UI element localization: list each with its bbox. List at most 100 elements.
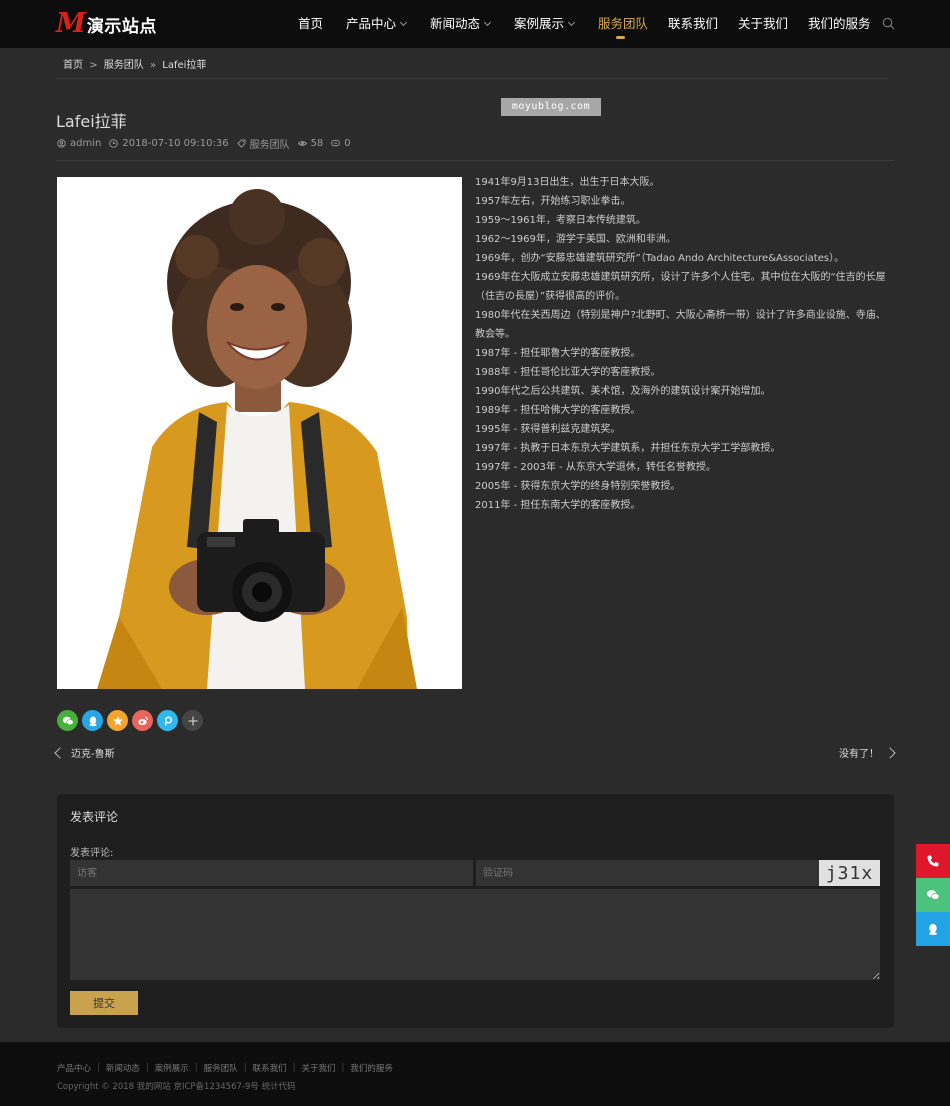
watermark-label: moyublog.com (501, 98, 601, 116)
qq-icon (928, 923, 938, 935)
nav-services[interactable]: 我们的服务 (808, 0, 871, 48)
member-bio: 1941年9月13日出生，出生于日本大阪。 1957年左右，开始练习职业拳击。 … (475, 173, 893, 515)
divider (56, 160, 894, 161)
bio-line: 1997年 - 2003年 - 从东京大学退休，转任名誉教授。 (475, 462, 716, 473)
tag-icon (236, 138, 246, 148)
bio-line: 1980年代在关西周边（特别是神户?北野町、大阪心斋桥一带）设计了许多商业设施、… (475, 310, 886, 340)
weibo-icon (137, 716, 148, 725)
footer: 产品中心 | 新闻动态 | 案例展示 | 服务团队 | 联系我们 | 关于我们 | 我们的服… (0, 1042, 950, 1106)
active-nav-indicator (616, 36, 625, 39)
search-icon[interactable] (882, 17, 895, 30)
post-author[interactable]: admin (70, 138, 101, 149)
tieba-icon (164, 716, 172, 725)
wechat-icon (927, 890, 940, 900)
chevron-down-icon (483, 18, 492, 27)
more-share-button[interactable] (182, 710, 203, 731)
bio-line: 2005年 - 获得东京大学的终身特别荣誉教授。 (475, 481, 681, 492)
chevron-down-icon (567, 18, 576, 27)
footer-link[interactable]: 产品中心 (57, 1062, 91, 1074)
nav-cases[interactable]: 案例展示 (514, 0, 576, 48)
post-meta: admin 2018-07-10 09:10:36 服务团队 58 0 (57, 136, 351, 151)
footer-links: 产品中心 | 新闻动态 | 案例展示 | 服务团队 | 联系我们 | 关于我们 | 我们的服… (57, 1062, 393, 1074)
bio-line: 1969年，创办“安藤忠雄建筑研究所”（Tadao Ando Architect… (475, 253, 845, 264)
footer-link[interactable]: 我们的服务 (350, 1062, 393, 1074)
bio-line: 1987年 - 担任耶鲁大学的客座教授。 (475, 348, 641, 359)
eye-icon (297, 140, 307, 146)
next-post-link[interactable]: 没有了！ (839, 745, 896, 760)
bio-line: 1988年 - 担任哥伦比亚大学的客座教授。 (475, 367, 661, 378)
breadcrumb-category[interactable]: 服务团队 (104, 60, 144, 71)
footer-link[interactable]: 新闻动态 (106, 1062, 140, 1074)
team-member-photo (57, 177, 462, 689)
footer-divider: | (145, 1063, 149, 1073)
qzone-icon (112, 715, 123, 726)
footer-link[interactable]: 服务团队 (204, 1062, 238, 1074)
footer-link[interactable]: 关于我们 (301, 1062, 335, 1074)
float-wechat-button[interactable] (916, 878, 950, 912)
name-input[interactable] (70, 860, 473, 886)
footer-divider: | (243, 1063, 247, 1073)
wechat-share-button[interactable] (57, 710, 78, 731)
next-post-title: 没有了！ (839, 749, 879, 760)
breadcrumb-separator: > (89, 60, 98, 71)
captcha-input[interactable] (476, 860, 819, 886)
footer-divider: | (292, 1063, 296, 1073)
divider (56, 78, 888, 79)
footer-divider: | (97, 1063, 100, 1073)
bio-line: 1997年 - 执教于日本东京大学建筑系，并担任东京大学工学部教授。 (475, 443, 781, 454)
comment-form: 发表评论 发表评论: j31x 提交 (57, 794, 894, 1028)
submit-button[interactable]: 提交 (70, 991, 138, 1015)
bio-line: 1957年左右，开始练习职业拳击。 (475, 196, 631, 207)
nav-about[interactable]: 关于我们 (738, 0, 788, 48)
comment-label: 发表评论: (70, 848, 114, 859)
tieba-share-button[interactable] (157, 710, 178, 731)
logo-text: 演示站点 (86, 16, 157, 37)
float-phone-button[interactable] (916, 844, 950, 878)
breadcrumb-home[interactable]: 首页 (63, 60, 83, 71)
more-icon (188, 716, 197, 725)
bio-line: 1995年 - 获得普利兹克建筑奖。 (475, 424, 621, 435)
bio-line: 1990年代之后公共建筑、美术馆，及海外的建筑设计案开始增加。 (475, 386, 771, 397)
page-title: Lafei拉菲 (56, 112, 127, 131)
bio-line: 1941年9月13日出生，出生于日本大阪。 (475, 177, 660, 188)
site-logo[interactable]: M 演示站点 (56, 8, 157, 39)
top-navbar: M 演示站点 首页 产品中心 新闻动态 案例展示 服务团队 联系我们 关于我们 … (0, 0, 950, 48)
comment-textarea[interactable] (70, 889, 880, 980)
nav-products[interactable]: 产品中心 (346, 0, 408, 48)
breadcrumb: 首页 > 服务团队 » Lafei拉菲 (63, 56, 206, 71)
qq-share-button[interactable] (82, 710, 103, 731)
chevron-right-icon (884, 746, 896, 759)
footer-divider: | (341, 1063, 345, 1073)
user-icon (57, 138, 66, 148)
nav-team[interactable]: 服务团队 (598, 0, 648, 48)
post-category[interactable]: 服务团队 (250, 136, 290, 151)
nav-news[interactable]: 新闻动态 (430, 0, 492, 48)
logo-mark: M (56, 8, 86, 39)
share-buttons (57, 710, 203, 731)
footer-link[interactable]: 联系我们 (253, 1062, 287, 1074)
footer-divider: | (194, 1063, 198, 1073)
bio-line: 2011年 - 担任东南大学的客座教授。 (475, 500, 641, 511)
comment-icon (331, 139, 341, 146)
post-comment-count: 0 (344, 137, 351, 149)
bio-line: 1989年 - 担任哈佛大学的客座教授。 (475, 405, 641, 416)
phone-icon (927, 855, 939, 867)
bio-line: 1959～1961年，考察日本传统建筑。 (475, 215, 646, 226)
nav-home[interactable]: 首页 (298, 0, 323, 48)
breadcrumb-separator: » (149, 60, 157, 71)
float-qq-button[interactable] (916, 912, 950, 946)
qzone-share-button[interactable] (107, 710, 128, 731)
captcha-image[interactable]: j31x (819, 860, 880, 886)
footer-link[interactable]: 案例展示 (155, 1062, 189, 1074)
weibo-share-button[interactable] (132, 710, 153, 731)
chevron-left-icon (54, 746, 66, 759)
nav-contact[interactable]: 联系我们 (668, 0, 718, 48)
comment-form-title: 发表评论 (70, 810, 119, 824)
clock-icon (109, 138, 119, 148)
post-views: 58 (310, 137, 324, 149)
bio-line: 1962～1969年，游学于美国、欧洲和非洲。 (475, 234, 676, 245)
prev-post-link[interactable]: 迈克-鲁斯 (54, 745, 115, 760)
qq-icon (88, 716, 97, 726)
copyright: Copyright © 2018 我的网站 京ICP备1234567-9号 统计… (57, 1082, 296, 1092)
breadcrumb-current: Lafei拉菲 (162, 60, 207, 71)
